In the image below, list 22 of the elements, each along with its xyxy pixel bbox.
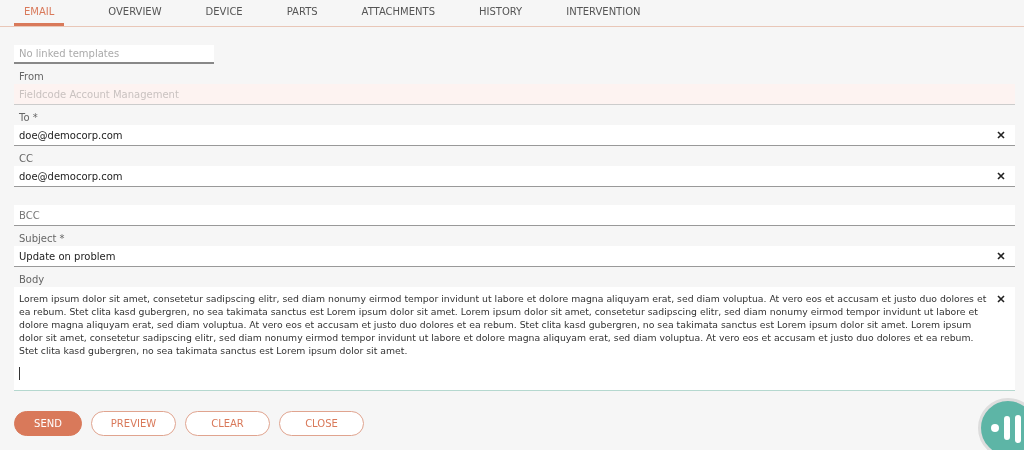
field-label: From (18, 70, 45, 84)
close-icon[interactable] (997, 131, 1005, 139)
input-field[interactable]: BCC (14, 205, 1015, 226)
body-text: Lorem ipsum dolor sit amet, consetetur sadipscing elitr, sed diam nonumy eirmod tempor invidunt ut labore et dolore magna aliquyam erat, sed diam voluptua. At vero eos et accusam et justo duo dolores et ea rebum. Stet clita kasd gubergren, no sea takimata sanctus est Lorem ipsum dolor sit amet. Lorem ipsum dolor sit amet, consetetur sadipscing elitr, sed diam nonumy eirmod tempor invidunt ut labore et dolore magna aliquyam erat, sed diam voluptua. At vero eos et accusam et justo duo dolores et ea rebum. Stet clita kasd gubergren, no sea takimata sanctus est Lorem ipsum dolor sit amet. Lorem ipsum dolor sit amet, consetetur sadipscing elitr, sed diam nonumy eirmod tempor invidunt ut labore et dolore magna aliquyam erat, sed diam voluptua. At vero eos et accusam et justo duo dolores et ea rebum. Stet clita kasd gubergren, no sea takimata sanctus est Lorem ipsum dolor sit amet. (19, 292, 988, 357)
input-field[interactable]: doe@democorp.com (14, 125, 1015, 146)
tab[interactable]: OVERVIEW (98, 0, 172, 26)
close-icon[interactable] (997, 172, 1005, 180)
tab[interactable]: DEVICE (195, 0, 253, 26)
close-icon[interactable] (997, 252, 1005, 260)
field-label: Body (18, 273, 46, 287)
tab[interactable]: INTERVENTION (556, 0, 651, 26)
field-label: To * (18, 111, 39, 125)
tab[interactable]: PARTS (276, 0, 328, 26)
field-label: Subject * (18, 232, 66, 246)
input-field[interactable]: Update on problem (14, 246, 1015, 267)
body-field[interactable] (14, 287, 1015, 391)
input-field[interactable]: doe@democorp.com (14, 166, 1015, 187)
close-icon[interactable] (997, 295, 1005, 303)
template-field[interactable]: No linked templates (14, 45, 214, 64)
tab[interactable]: ATTACHMENTS (351, 0, 445, 26)
field-label: CC (18, 152, 34, 166)
tab[interactable]: HISTORY (469, 0, 533, 26)
